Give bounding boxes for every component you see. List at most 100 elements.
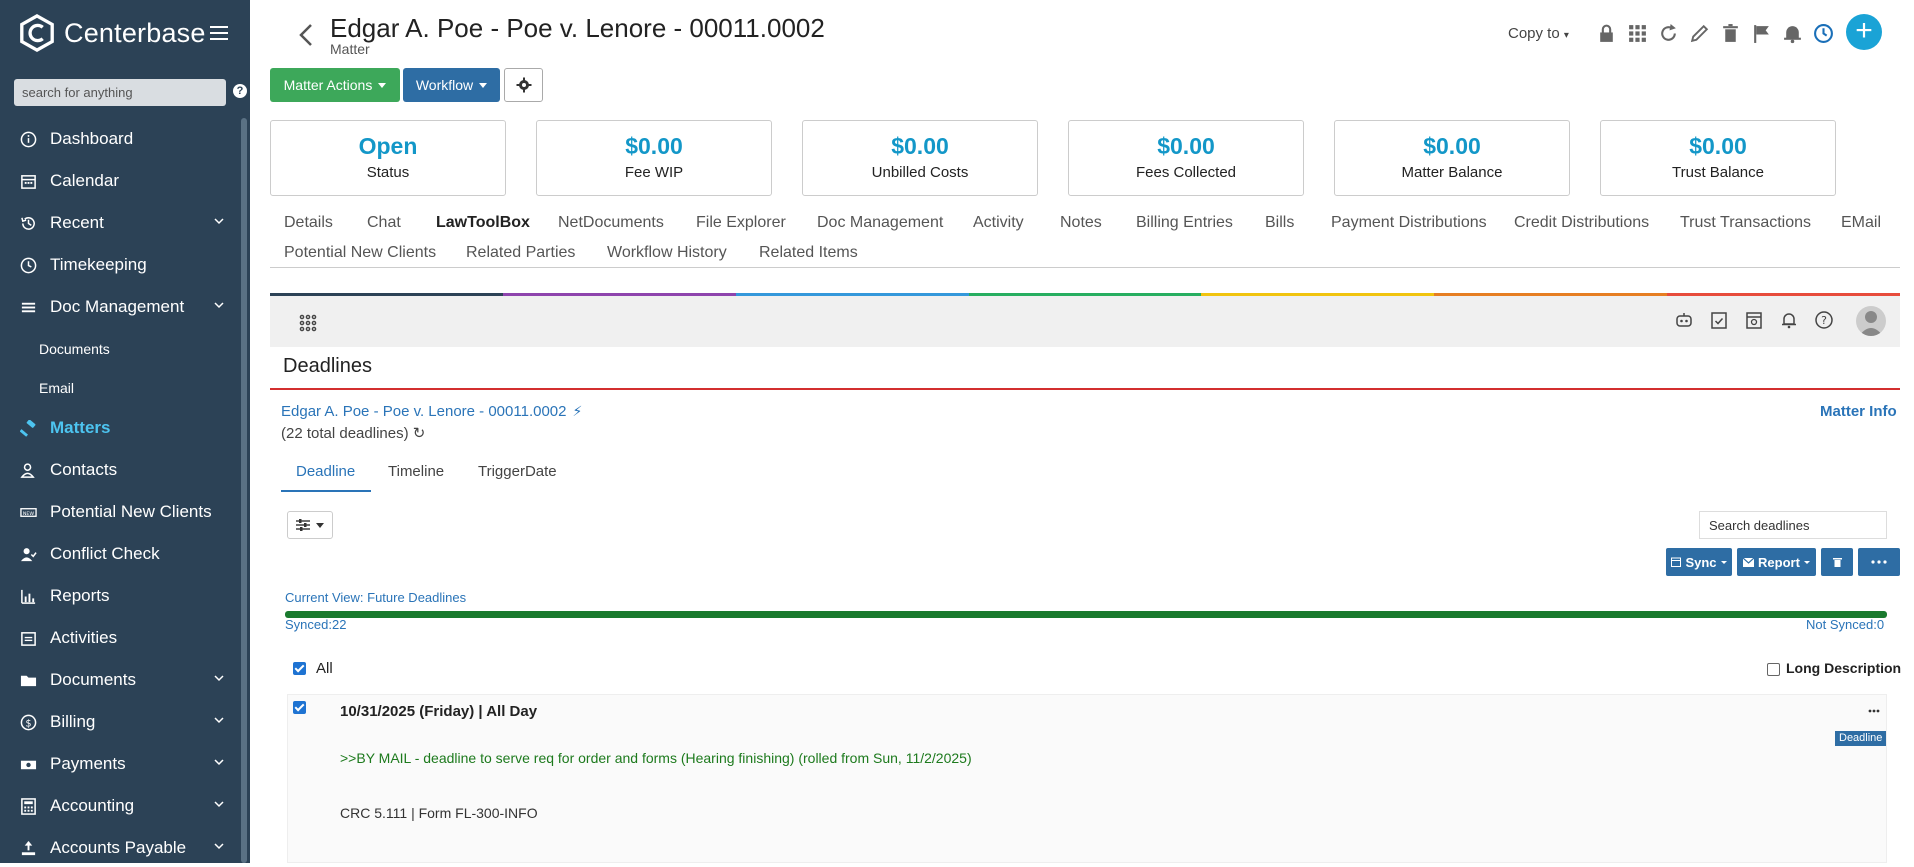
deadline-date: 10/31/2025 (Friday) | All Day xyxy=(340,703,538,720)
card-label: Status xyxy=(366,164,410,181)
nav-conflict-check[interactable]: Conflict Check xyxy=(0,535,240,573)
tab-potential-new-clients[interactable]: Potential New Clients xyxy=(284,244,436,262)
back-arrow-icon[interactable] xyxy=(298,22,314,48)
tab-details[interactable]: Details xyxy=(284,214,333,232)
nav-accounting[interactable]: Accounting xyxy=(0,787,240,825)
long-description-checkbox[interactable] xyxy=(1767,663,1780,676)
tab-related-parties[interactable]: Related Parties xyxy=(466,244,575,262)
copy-to-dropdown[interactable]: Copy to ▾ xyxy=(1508,25,1569,42)
app-launcher-icon[interactable] xyxy=(298,313,318,333)
flag-icon[interactable] xyxy=(1751,23,1772,44)
nav-potential-new-clients[interactable]: NEW Potential New Clients xyxy=(0,493,240,531)
calendar-check-icon[interactable] xyxy=(1709,310,1729,330)
long-description-label: Long Description xyxy=(1786,660,1902,676)
matter-balance-card: $0.00 Matter Balance xyxy=(1334,120,1570,196)
sidebar-scrollbar[interactable] xyxy=(241,118,247,863)
matter-info-link[interactable]: Matter Info xyxy=(1820,403,1897,420)
search-help-icon[interactable]: ? xyxy=(233,84,247,98)
tab-email[interactable]: EMail xyxy=(1841,214,1881,232)
page-title: Edgar A. Poe - Poe v. Lenore - 00011.000… xyxy=(330,13,825,43)
money-icon xyxy=(18,754,38,774)
tab-chat[interactable]: Chat xyxy=(367,214,401,232)
deadline-description[interactable]: >>BY MAIL - deadline to serve req for or… xyxy=(340,750,972,766)
chevron-down-icon xyxy=(214,675,224,682)
total-deadlines-text: (22 total deadlines) xyxy=(281,425,409,442)
menu-toggle-icon[interactable] xyxy=(210,26,228,40)
add-new-button[interactable]: + xyxy=(1846,14,1882,50)
bell-outline-icon[interactable] xyxy=(1779,310,1799,330)
nav-dashboard[interactable]: Dashboard xyxy=(0,120,240,158)
refresh-icon[interactable]: ↻ xyxy=(413,425,426,442)
nav-email-sub[interactable]: Email xyxy=(39,380,74,396)
tab-payment-distributions[interactable]: Payment Distributions xyxy=(1331,214,1487,232)
user-avatar[interactable] xyxy=(1856,306,1886,336)
nav-payments[interactable]: Payments xyxy=(0,745,240,783)
tab-activity[interactable]: Activity xyxy=(973,214,1024,232)
copy-to-label: Copy to xyxy=(1508,25,1560,42)
workflow-label: Workflow xyxy=(415,77,474,93)
tab-netdocuments[interactable]: NetDocuments xyxy=(558,214,664,232)
card-label: Matter Balance xyxy=(1401,164,1503,181)
nav-documents-sub[interactable]: Documents xyxy=(39,341,110,357)
refresh-icon[interactable] xyxy=(1658,23,1679,44)
subtab-deadline[interactable]: Deadline xyxy=(296,463,355,480)
tab-related-items[interactable]: Related Items xyxy=(759,244,858,262)
more-options-button[interactable] xyxy=(1858,548,1900,576)
nav-activities[interactable]: Activities xyxy=(0,619,240,657)
filter-dropdown-button[interactable] xyxy=(287,511,333,539)
calendar-sync-icon[interactable] xyxy=(1744,310,1764,330)
bell-icon[interactable] xyxy=(1782,23,1803,44)
tab-doc-management[interactable]: Doc Management xyxy=(817,214,943,232)
matter-actions-button[interactable]: Matter Actions xyxy=(270,68,400,102)
tab-file-explorer[interactable]: File Explorer xyxy=(696,214,786,232)
tab-credit-distributions[interactable]: Credit Distributions xyxy=(1514,214,1649,232)
deadline-item-checkbox[interactable] xyxy=(293,701,306,714)
trash-icon[interactable] xyxy=(1720,23,1741,44)
matter-link[interactable]: Edgar A. Poe - Poe v. Lenore - 00011.000… xyxy=(281,403,582,420)
deadline-search-input[interactable] xyxy=(1699,511,1887,539)
workflow-button[interactable]: Workflow xyxy=(403,68,500,102)
robot-icon[interactable] xyxy=(1674,310,1694,330)
tab-bills[interactable]: Bills xyxy=(1265,214,1294,232)
nav-timekeeping[interactable]: Timekeeping xyxy=(0,246,240,284)
sync-button[interactable]: Sync xyxy=(1666,548,1732,576)
nav-label: Timekeeping xyxy=(50,255,147,274)
global-search-input[interactable] xyxy=(14,79,226,106)
status-card: Open Status xyxy=(270,120,506,196)
deadline-item-menu[interactable] xyxy=(1868,700,1880,717)
nav-calendar[interactable]: Calendar xyxy=(0,162,240,200)
apps-grid-icon[interactable] xyxy=(1627,23,1648,44)
tab-lawtoolbox[interactable]: LawToolBox xyxy=(436,214,530,232)
nav-accounts-payable[interactable]: Accounts Payable xyxy=(0,829,240,867)
sidebar: Centerbase ? Dashboard Calendar Recent T… xyxy=(0,0,250,863)
tab-trust-transactions[interactable]: Trust Transactions xyxy=(1680,214,1811,232)
nav-billing[interactable]: $ Billing xyxy=(0,703,240,741)
nav-documents[interactable]: Documents xyxy=(0,661,240,699)
report-button[interactable]: Report xyxy=(1737,548,1816,576)
nav-contacts[interactable]: Contacts xyxy=(0,451,240,489)
lock-icon[interactable] xyxy=(1596,23,1617,44)
select-all-checkbox[interactable] xyxy=(293,662,306,675)
caret-down-icon xyxy=(316,522,324,528)
brand-logo[interactable]: Centerbase xyxy=(18,14,206,52)
current-view-label[interactable]: Current View: Future Deadlines xyxy=(285,590,466,605)
timer-icon[interactable] xyxy=(1813,23,1834,44)
tab-notes[interactable]: Notes xyxy=(1060,214,1102,232)
nav-recent[interactable]: Recent xyxy=(0,204,240,242)
nav-reports[interactable]: Reports xyxy=(0,577,240,615)
subtab-timeline[interactable]: Timeline xyxy=(388,463,444,480)
tab-billing-entries[interactable]: Billing Entries xyxy=(1136,214,1233,232)
matter-actions-label: Matter Actions xyxy=(283,77,373,93)
caret-down-icon xyxy=(1720,560,1727,564)
edit-pencil-icon[interactable] xyxy=(1689,23,1710,44)
subtab-triggerdate[interactable]: TriggerDate xyxy=(478,463,557,480)
tab-workflow-history[interactable]: Workflow History xyxy=(607,244,727,262)
nav-matters[interactable]: Matters xyxy=(0,409,240,447)
nav-doc-management[interactable]: Doc Management xyxy=(0,288,240,326)
help-circle-icon[interactable]: ? xyxy=(1814,310,1834,330)
nav-label: Recent xyxy=(50,213,104,232)
info-circle-icon xyxy=(18,129,38,149)
fee-wip-card: $0.00 Fee WIP xyxy=(536,120,772,196)
delete-button[interactable] xyxy=(1821,548,1853,576)
settings-button[interactable] xyxy=(504,68,543,102)
